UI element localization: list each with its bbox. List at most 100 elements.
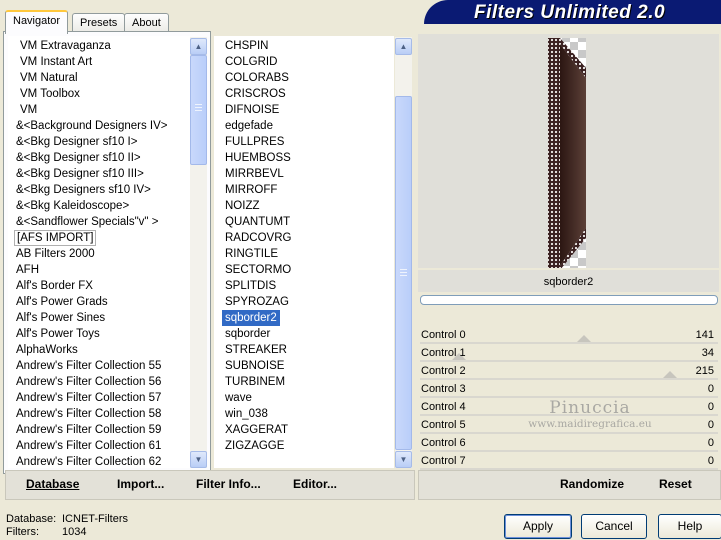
control-value: 215 xyxy=(695,365,714,377)
control-value: 0 xyxy=(707,437,714,449)
category-item[interactable]: Andrew's Filter Collection 59 xyxy=(16,422,161,438)
category-scrollbar[interactable]: ▲ ▼ xyxy=(190,37,207,468)
category-item[interactable]: VM xyxy=(20,102,37,118)
filter-item[interactable]: win_038 xyxy=(225,406,268,422)
category-item[interactable]: VM Extravaganza xyxy=(20,38,111,54)
tab-presets[interactable]: Presets xyxy=(72,13,126,32)
filter-item[interactable]: COLORABS xyxy=(225,70,289,86)
filter-item[interactable]: ZIGZAGGE xyxy=(225,438,284,454)
filter-item[interactable]: COLGRID xyxy=(225,54,277,70)
filter-item[interactable]: HUEMBOSS xyxy=(225,150,291,166)
category-item[interactable]: VM Natural xyxy=(20,70,78,86)
randomize-button[interactable]: Randomize xyxy=(560,477,624,491)
filter-item[interactable]: TURBINEM xyxy=(225,374,285,390)
filter-scroll-thumb[interactable] xyxy=(395,96,412,450)
control-label: Control 5 xyxy=(421,419,466,431)
filter-item[interactable]: wave xyxy=(225,390,252,406)
cancel-button[interactable]: Cancel xyxy=(581,514,647,539)
control-slider-0[interactable]: Control 0 141 xyxy=(420,327,718,344)
scroll-down-icon[interactable]: ▼ xyxy=(395,451,412,468)
category-item[interactable]: &<Background Designers IV> xyxy=(16,118,168,134)
filter-item[interactable]: RINGTILE xyxy=(225,246,278,262)
filter-item[interactable]: SUBNOISE xyxy=(225,358,284,374)
control-track[interactable] xyxy=(420,342,718,344)
import-button[interactable]: Import... xyxy=(117,477,164,491)
control-label: Control 6 xyxy=(421,437,466,449)
control-slider-6[interactable]: Control 6 0 xyxy=(420,435,718,452)
control-track[interactable] xyxy=(420,360,718,362)
control-track[interactable] xyxy=(420,432,718,434)
filter-item[interactable]: FULLPRES xyxy=(225,134,284,150)
filter-item[interactable]: SECTORMO xyxy=(225,262,291,278)
control-value: 0 xyxy=(707,419,714,431)
category-item[interactable]: &<Bkg Kaleidoscope> xyxy=(16,198,129,214)
category-item[interactable]: Andrew's Filter Collection 57 xyxy=(16,390,161,406)
help-button[interactable]: Help xyxy=(658,514,721,539)
filter-list[interactable]: CHSPIN COLGRID COLORABS CRISCROS DIFNOISE edg… xyxy=(214,36,394,468)
category-item[interactable]: &<Bkg Designer sf10 I> xyxy=(16,134,137,150)
filter-item[interactable]: MIRROFF xyxy=(225,182,277,198)
tab-navigator[interactable]: Navigator xyxy=(5,10,69,34)
category-item[interactable]: Alf's Border FX xyxy=(16,278,93,294)
category-item[interactable]: AFH xyxy=(16,262,39,278)
filter-item[interactable]: sqborder xyxy=(225,326,270,342)
control-track[interactable] xyxy=(420,378,718,380)
category-item[interactable]: &<Bkg Designer sf10 III> xyxy=(16,166,144,182)
control-label: Control 7 xyxy=(421,455,466,467)
category-item[interactable]: [AFS IMPORT] xyxy=(14,230,97,246)
category-list[interactable]: VM Extravaganza VM Instant Art VM Natural V… xyxy=(8,36,190,468)
category-item[interactable]: Andrew's Filter Collection 61 xyxy=(16,438,161,454)
category-item[interactable]: AB Filters 2000 xyxy=(16,246,95,262)
filter-item[interactable]: RADCOVRG xyxy=(225,230,291,246)
filter-item[interactable]: QUANTUMT xyxy=(225,214,290,230)
category-item[interactable]: Alf's Power Grads xyxy=(16,294,108,310)
filter-item[interactable]: STREAKER xyxy=(225,342,287,358)
category-item[interactable]: Andrew's Filter Collection 56 xyxy=(16,374,161,390)
scroll-up-icon[interactable]: ▲ xyxy=(395,38,412,55)
filter-item[interactable]: CRISCROS xyxy=(225,86,286,102)
filter-scrollbar[interactable]: ▲ ▼ xyxy=(395,37,412,468)
control-thumb[interactable] xyxy=(663,371,677,378)
control-slider-1[interactable]: Control 1 34 xyxy=(420,345,718,362)
control-value: 141 xyxy=(695,329,714,341)
filter-info-button[interactable]: Filter Info... xyxy=(196,477,261,491)
filter-item[interactable]: SPLITDIS xyxy=(225,278,276,294)
tab-about[interactable]: About xyxy=(124,13,169,32)
reset-button[interactable]: Reset xyxy=(659,477,692,491)
category-item[interactable]: &<Sandflower Specials"v" > xyxy=(16,214,158,230)
control-track[interactable] xyxy=(420,450,718,452)
filter-item[interactable]: DIFNOISE xyxy=(225,102,279,118)
watermark-url: www.maidiregrafica.eu xyxy=(528,418,652,430)
category-item[interactable]: AlphaWorks xyxy=(16,342,78,358)
control-slider-3[interactable]: Control 3 0 xyxy=(420,381,718,398)
control-thumb[interactable] xyxy=(577,335,591,342)
category-scroll-thumb[interactable] xyxy=(190,55,207,165)
category-item[interactable]: Alf's Power Toys xyxy=(16,326,100,342)
filter-item[interactable]: MIRRBEVL xyxy=(225,166,284,182)
editor-button[interactable]: Editor... xyxy=(293,477,337,491)
category-item[interactable]: VM Instant Art xyxy=(20,54,92,70)
category-item[interactable]: &<Bkg Designers sf10 IV> xyxy=(16,182,151,198)
filter-item[interactable]: sqborder2 xyxy=(222,310,280,326)
scroll-down-icon[interactable]: ▼ xyxy=(190,451,207,468)
control-slider-7[interactable]: Control 7 0 xyxy=(420,453,718,470)
filter-item[interactable]: CHSPIN xyxy=(225,38,268,54)
category-item[interactable]: Andrew's Filter Collection 62 xyxy=(16,454,161,468)
control-value: 0 xyxy=(707,383,714,395)
scroll-up-icon[interactable]: ▲ xyxy=(190,38,207,55)
category-item[interactable]: &<Bkg Designer sf10 II> xyxy=(16,150,141,166)
filter-item[interactable]: SPYROZAG xyxy=(225,294,289,310)
control-label: Control 3 xyxy=(421,383,466,395)
control-label: Control 4 xyxy=(421,401,466,413)
filter-item[interactable]: NOIZZ xyxy=(225,198,260,214)
apply-button[interactable]: Apply xyxy=(504,514,572,539)
filter-item[interactable]: edgefade xyxy=(225,118,273,134)
database-label: Database: xyxy=(6,513,57,525)
filter-item[interactable]: XAGGERAT xyxy=(225,422,288,438)
category-item[interactable]: Andrew's Filter Collection 58 xyxy=(16,406,161,422)
database-button[interactable]: Database xyxy=(26,477,79,491)
category-item[interactable]: Alf's Power Sines xyxy=(16,310,105,326)
control-slider-2[interactable]: Control 2 215 xyxy=(420,363,718,380)
category-item[interactable]: VM Toolbox xyxy=(20,86,80,102)
category-item[interactable]: Andrew's Filter Collection 55 xyxy=(16,358,161,374)
